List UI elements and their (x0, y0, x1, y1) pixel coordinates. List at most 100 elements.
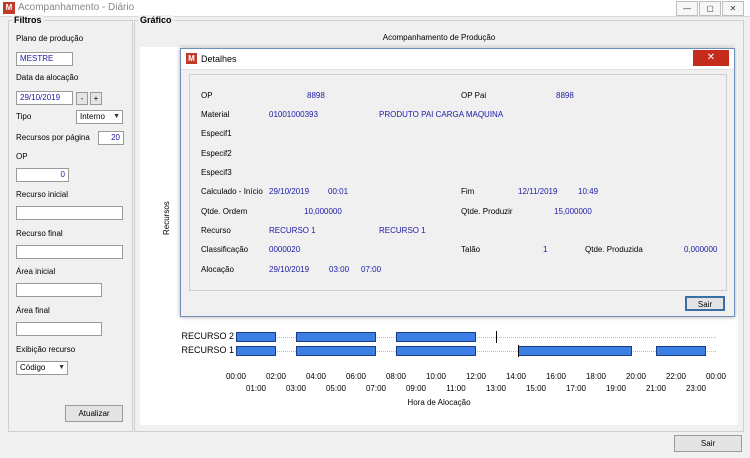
recurso-detail-value-1: RECURSO 1 (269, 226, 316, 235)
chevron-down-icon: ▼ (58, 364, 65, 371)
recurso-final-label: Recurso final (16, 229, 63, 238)
x-tick-label: 00:00 (705, 372, 727, 381)
close-icon[interactable]: ✕ (722, 1, 744, 16)
tipo-label: Tipo (16, 112, 32, 121)
recurso-inicial-field[interactable] (16, 206, 123, 220)
alocacao-start: 03:00 (329, 265, 350, 274)
gantt-bar[interactable] (396, 346, 476, 356)
x-tick-label: 04:00 (305, 372, 327, 381)
fim-time: 10:49 (578, 187, 599, 196)
plano-field[interactable]: MESTRE (16, 52, 73, 66)
alocacao-end: 07:00 (361, 265, 382, 274)
minimize-icon[interactable]: — (676, 1, 698, 16)
especif3-label: Especif3 (201, 168, 232, 177)
area-inicial-label: Área inicial (16, 267, 56, 276)
exibicao-label: Exibição recurso (16, 345, 76, 354)
dialog-details-group (189, 74, 727, 291)
op-field[interactable]: 0 (16, 168, 69, 182)
exibicao-select[interactable]: Código ▼ (16, 361, 68, 375)
date-minus-button[interactable]: - (76, 92, 88, 105)
gantt-bar[interactable] (518, 346, 632, 356)
x-tick-label: 03:00 (285, 384, 307, 393)
sair-button[interactable]: Sair (674, 435, 742, 452)
x-tick-label: 13:00 (485, 384, 507, 393)
material-description: PRODUTO PAI CARGA MAQUINA (379, 110, 504, 119)
material-code: 01001000393 (269, 110, 318, 119)
x-tick-label: 12:00 (465, 372, 487, 381)
tipo-select[interactable]: Interno ▼ (76, 110, 123, 124)
talao-label: Talão (461, 245, 481, 254)
x-tick-label: 01:00 (245, 384, 267, 393)
details-dialog: M Detalhes ✕ OP 8898 OP Pai 8898 Materia… (180, 48, 735, 317)
gantt-bar[interactable] (296, 332, 376, 342)
x-tick-label: 02:00 (265, 372, 287, 381)
op-detail-label: OP (201, 91, 213, 100)
classificacao-value: 0000020 (269, 245, 301, 254)
exibicao-select-value: Código (20, 363, 46, 372)
filters-title: Filtros (12, 15, 44, 25)
recursos-pagina-label: Recursos por página (16, 133, 90, 142)
x-tick-label: 05:00 (325, 384, 347, 393)
qtde-produzir-value: 15,000000 (554, 207, 592, 216)
area-final-label: Área final (16, 306, 50, 315)
x-tick-label: 14:00 (505, 372, 527, 381)
recurso-detail-value-2: RECURSO 1 (379, 226, 426, 235)
x-tick-label: 09:00 (405, 384, 427, 393)
tipo-select-value: Interno (80, 112, 105, 121)
alocacao-label: Alocação (201, 265, 234, 274)
x-tick-label: 23:00 (685, 384, 707, 393)
dialog-title: Detalhes (201, 54, 237, 64)
qtde-produzida-label: Qtde. Produzida (585, 245, 643, 254)
recursos-pagina-field[interactable]: 20 (98, 131, 124, 145)
op-pai-label: OP Pai (461, 91, 487, 100)
alocacao-date: 29/10/2019 (269, 265, 310, 274)
op-detail-value: 8898 (307, 91, 325, 100)
talao-value: 1 (543, 245, 548, 254)
app-logo-icon: M (186, 53, 197, 64)
x-tick-label: 19:00 (605, 384, 627, 393)
y-axis-label: Recursos (162, 201, 171, 235)
area-final-field[interactable] (16, 322, 102, 336)
y-tick-label: RECURSO 2 (181, 331, 234, 341)
x-tick-label: 16:00 (545, 372, 567, 381)
gantt-bar[interactable] (296, 346, 376, 356)
maximize-icon[interactable]: ▢ (699, 1, 721, 16)
calculado-inicio-time: 00:01 (328, 187, 349, 196)
x-tick-label: 22:00 (665, 372, 687, 381)
calculado-inicio-label: Calculado - Início (201, 187, 263, 196)
material-label: Material (201, 110, 230, 119)
x-tick-label: 06:00 (345, 372, 367, 381)
dialog-close-icon[interactable]: ✕ (693, 50, 729, 66)
atualizar-button[interactable]: Atualizar (65, 405, 123, 422)
window-title: Acompanhamento - Diário (18, 2, 135, 13)
dialog-sair-button[interactable]: Sair (685, 296, 725, 311)
data-alocacao-label: Data da alocação (16, 73, 79, 82)
gantt-chart: RECURSO 2 RECURSO 1 00:00 02:00 04:00 06:00 08… (180, 326, 726, 398)
recurso-final-field[interactable] (16, 245, 123, 259)
recurso-detail-label: Recurso (201, 226, 231, 235)
especif2-label: Especif2 (201, 149, 232, 158)
date-plus-button[interactable]: + (90, 92, 102, 105)
op-label: OP (16, 152, 28, 161)
title-bar: M Acompanhamento - Diário — ▢ ✕ (0, 0, 750, 17)
gantt-bar[interactable] (396, 332, 476, 342)
gantt-marker (518, 345, 519, 357)
classificacao-label: Classificação (201, 245, 249, 254)
chart-title: Acompanhamento de Produção (382, 33, 496, 42)
gantt-bar[interactable] (236, 346, 276, 356)
data-alocacao-field[interactable]: 29/10/2019 (16, 91, 73, 105)
dialog-title-bar: M Detalhes ✕ (181, 49, 734, 70)
plano-label: Plano de produção (16, 34, 84, 43)
chevron-down-icon: ▼ (113, 113, 120, 120)
qtde-ordem-value: 10,000000 (304, 207, 342, 216)
x-tick-label: 08:00 (385, 372, 407, 381)
x-tick-label: 18:00 (585, 372, 607, 381)
x-tick-label: 21:00 (645, 384, 667, 393)
especif1-label: Especif1 (201, 129, 232, 138)
op-pai-value: 8898 (556, 91, 574, 100)
x-tick-label: 10:00 (425, 372, 447, 381)
calculado-inicio-date: 29/10/2019 (269, 187, 310, 196)
gantt-bar[interactable] (236, 332, 276, 342)
area-inicial-field[interactable] (16, 283, 102, 297)
gantt-bar[interactable] (656, 346, 706, 356)
